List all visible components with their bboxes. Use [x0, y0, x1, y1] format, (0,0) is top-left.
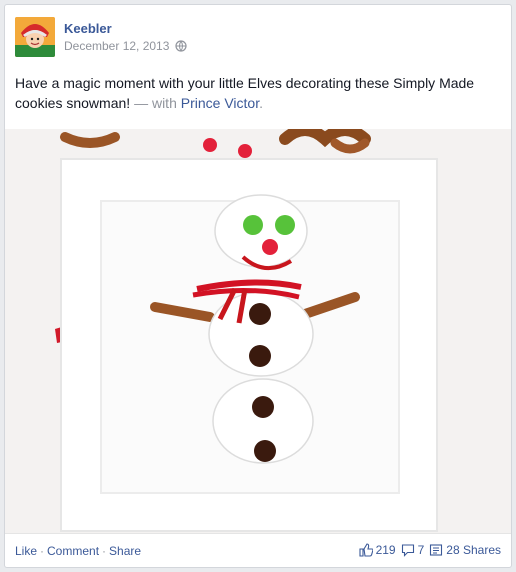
post-message: Have a magic moment with your little Elv… — [15, 73, 505, 113]
like-link[interactable]: Like — [15, 544, 37, 558]
likes-count-text: 219 — [375, 543, 396, 557]
with-label: — with — [134, 95, 177, 111]
post-photo[interactable] — [5, 129, 511, 533]
separator: · — [102, 544, 107, 558]
post-stats: 219 7 28 Shares — [359, 543, 501, 557]
page-name-link[interactable]: Keebler — [64, 21, 112, 36]
comments-count-text: 7 — [417, 543, 425, 557]
separator: · — [40, 544, 45, 558]
globe-icon[interactable] — [175, 40, 188, 52]
post-footer: Like · Comment · Share 219 7 28 Shares — [5, 533, 511, 568]
shares-count-text: 28 Shares — [446, 543, 501, 557]
comments-count[interactable]: 7 — [401, 543, 425, 557]
shares-count[interactable]: 28 Shares — [429, 543, 501, 557]
tagged-person-link[interactable]: Prince Victor — [181, 95, 259, 111]
post-meta: December 12, 2013 — [64, 39, 188, 53]
thumbs-up-icon — [359, 543, 373, 557]
post-card: Keebler December 12, 2013 Have a magic m… — [4, 4, 512, 568]
snowman-cookies-image — [5, 129, 511, 533]
post-date[interactable]: December 12, 2013 — [64, 39, 169, 53]
share-link[interactable]: Share — [109, 544, 141, 558]
tag-suffix: . — [259, 95, 263, 111]
keebler-elf-logo — [15, 17, 55, 57]
comment-icon — [401, 544, 414, 557]
likes-count[interactable]: 219 — [359, 543, 396, 557]
comment-link[interactable]: Comment — [47, 544, 99, 558]
share-icon — [430, 544, 443, 556]
post-actions: Like · Comment · Share — [15, 544, 141, 558]
page-avatar[interactable] — [15, 17, 55, 57]
